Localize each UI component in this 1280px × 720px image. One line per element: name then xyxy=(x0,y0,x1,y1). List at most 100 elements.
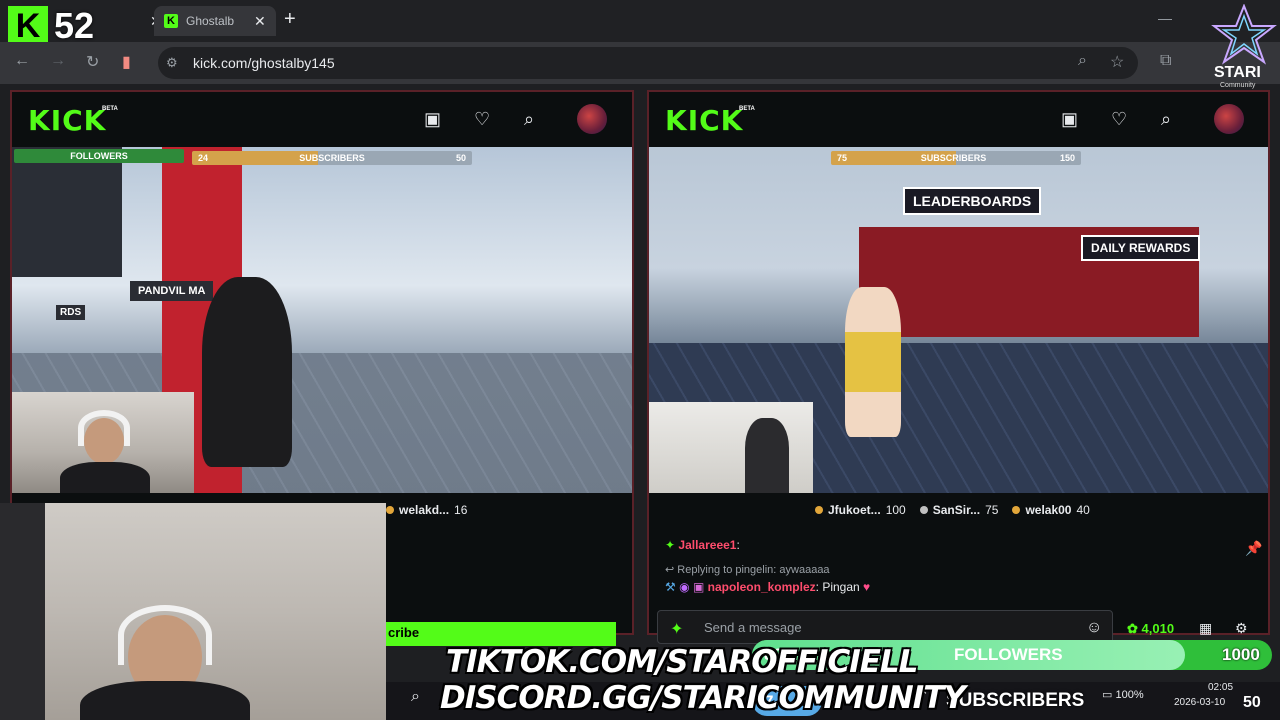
dark-structure xyxy=(12,147,122,277)
points-value: 4,010 xyxy=(1141,621,1175,636)
followers-goal: 1000 xyxy=(1222,645,1260,664)
chat-username[interactable]: napoleon_komplez xyxy=(708,580,816,594)
tiktok-overlay-text: TIKTOK.COM/STAROFFICIELL xyxy=(446,644,918,680)
stari-brand-sub: Community xyxy=(1220,82,1256,89)
new-tab-plus-icon[interactable]: + xyxy=(284,8,296,31)
badge-icon: ✦ xyxy=(665,538,676,552)
chat-text: Pingan xyxy=(822,580,860,594)
extensions-icon[interactable]: ⧉ xyxy=(1160,52,1171,70)
sub-label: SUBSCRIBERS xyxy=(299,153,365,163)
shirt xyxy=(80,681,250,720)
channel-points[interactable]: ✿ 4,010 xyxy=(1127,621,1174,637)
sub-current: 24 xyxy=(198,153,209,163)
url-text[interactable]: kick.com/ghostalby145 xyxy=(193,55,335,71)
leader-name: welak00 xyxy=(1025,503,1072,517)
reload-icon[interactable]: ↻ xyxy=(86,52,99,72)
coin-icon xyxy=(919,506,928,514)
forward-arrow-icon[interactable]: → xyxy=(50,52,66,70)
battery-icon: ▭ xyxy=(1102,689,1113,701)
subscribers-label: SUBSCRIBERS xyxy=(946,690,1085,711)
clips-icon[interactable]: ▣ xyxy=(1061,109,1078,130)
search-icon[interactable]: ⌕ xyxy=(1161,109,1171,130)
gaming-chair xyxy=(745,418,789,493)
taskbar-search-icon[interactable]: ⌕ xyxy=(411,688,420,706)
stream-video[interactable]: PANDVIL MA RDS FOLLOWERS 24 SUBSCRIBERS … xyxy=(12,147,632,493)
kick-header: KICK BETA ▣ ♡ ⌕ xyxy=(649,92,1268,146)
tab-ghostalby-2[interactable]: K Ghostalb ✕ xyxy=(154,6,276,36)
back-arrow-icon[interactable]: ← xyxy=(14,52,30,70)
zoom-icon[interactable]: ⌕ xyxy=(1078,52,1087,70)
kick-logo[interactable]: KICK xyxy=(28,104,106,137)
player-character xyxy=(845,287,901,437)
chat-placeholder: Send a message xyxy=(704,620,802,635)
leader-value: 100 xyxy=(885,503,906,517)
leader-name: Jfukoet... xyxy=(828,503,881,517)
stream-video[interactable]: LEADERBOARDS DAILY REWARDS 75 SUBSCRIBER… xyxy=(649,147,1268,493)
discord-overlay-text: DISCORD.GG/STARICOMMUNITY xyxy=(440,680,966,716)
sub-goal: 50 xyxy=(455,153,466,163)
main-streamer-webcam xyxy=(0,503,386,720)
heart-emote-icon: ♥ xyxy=(863,580,871,594)
kick-logo[interactable]: KICK xyxy=(665,104,743,137)
following-heart-icon[interactable]: ♡ xyxy=(474,109,490,130)
pin-icon[interactable]: 📌 xyxy=(1245,540,1262,557)
emoji-icon[interactable]: ☺ xyxy=(1086,619,1102,637)
following-heart-icon[interactable]: ♡ xyxy=(1111,109,1127,130)
battery-indicator[interactable]: ▭ 100% xyxy=(1102,688,1144,701)
leaderboard-strip: Jfukoet... 100 SanSir... 75 welak00 40 xyxy=(815,503,1090,517)
sparkle-icon: ✦ xyxy=(670,621,684,638)
beta-tag: BETA xyxy=(102,106,118,112)
site-info-icon[interactable]: ⚙ xyxy=(166,55,178,71)
stari-brand-name: STARI xyxy=(1214,64,1261,81)
dark-door xyxy=(0,503,45,720)
stari-community-logo: STARI Community xyxy=(1208,3,1280,89)
right-stream-panel: KICK BETA ▣ ♡ ⌕ LEADERBOARDS DAILY REWAR… xyxy=(647,90,1270,644)
tab-label: Ghostalb xyxy=(186,14,235,28)
store-icon[interactable]: ▦ xyxy=(1199,620,1212,637)
points-icon: ✿ xyxy=(1127,621,1138,636)
streamer-webcam xyxy=(12,392,194,493)
badge-count: 52 xyxy=(54,5,95,46)
scene-sign: PANDVIL MA xyxy=(130,281,214,301)
subscribers-bar: 75 SUBSCRIBERS 150 xyxy=(831,151,1081,165)
chat-username[interactable]: Jallareee1 xyxy=(678,538,736,552)
clips-icon[interactable]: ▣ xyxy=(424,109,441,130)
coin-icon xyxy=(815,506,823,514)
reply-text: Replying to pingelin: aywaaaaa xyxy=(677,564,830,576)
leader-value: 16 xyxy=(454,503,468,517)
battery-percent: 100% xyxy=(1115,689,1144,701)
shirt xyxy=(60,462,150,493)
headset xyxy=(118,605,212,665)
sub-label: SUBSCRIBERS xyxy=(920,153,987,163)
clock-date[interactable]: 2026-03-10 xyxy=(1174,697,1225,708)
followers-bar-label: FOLLOWERS xyxy=(70,151,128,161)
coin-icon xyxy=(1012,506,1021,514)
badge-icon: ⚒ xyxy=(665,580,676,594)
chat-input[interactable]: ✦ Send a message ☺ xyxy=(657,610,1113,644)
search-icon[interactable]: ⌕ xyxy=(524,109,534,130)
tab-close-icon[interactable]: ✕ xyxy=(254,13,266,30)
minimize-icon[interactable]: — xyxy=(1158,10,1172,26)
kick-header: KICK BETA ▣ ♡ ⌕ xyxy=(12,92,632,146)
star-logo-icon xyxy=(1211,3,1277,65)
leader-name: SanSir... xyxy=(932,503,981,517)
player-character xyxy=(202,277,292,467)
bookmark-star-icon[interactable]: ☆ xyxy=(1110,52,1124,72)
headset xyxy=(78,410,130,446)
followers-label: FOLLOWERS xyxy=(954,645,1063,664)
streamer-webcam xyxy=(649,402,813,493)
kick-k-logo: K xyxy=(8,6,48,46)
followers-bar-mini: FOLLOWERS xyxy=(14,149,184,163)
leader-entry: welak00 40 xyxy=(1012,503,1090,517)
clock-time[interactable]: 02:05 xyxy=(1208,682,1233,693)
user-avatar[interactable] xyxy=(1214,104,1244,134)
user-avatar[interactable] xyxy=(577,104,607,134)
sub-goal: 150 xyxy=(1059,153,1075,163)
chat-reply-context: ↩ Replying to pingelin: aywaaaaa xyxy=(665,563,830,576)
settings-gear-icon[interactable]: ⚙ xyxy=(1235,620,1248,637)
subscribe-button[interactable]: cribe xyxy=(386,622,616,646)
leader-entry: Jfukoet... 100 xyxy=(815,503,906,517)
sidebar-icon[interactable]: ▮ xyxy=(122,52,131,72)
leader-entry: SanSir... 75 xyxy=(919,503,998,517)
subscribers-goal: 50 xyxy=(1243,694,1261,711)
